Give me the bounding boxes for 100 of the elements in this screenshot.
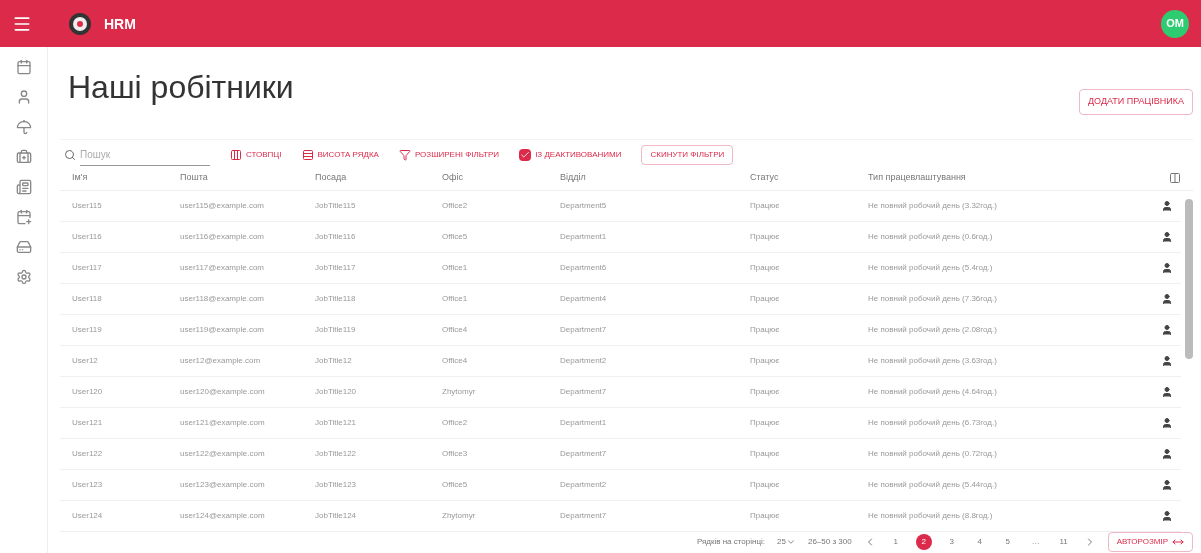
table-cell: Office2 [442, 201, 468, 210]
add-employee-button[interactable]: ДОДАТИ ПРАЦІВНИКА [1079, 89, 1193, 115]
rows-per-page-select[interactable]: 25 [777, 536, 796, 548]
table-cell: Department7 [560, 449, 607, 458]
person-icon[interactable] [1161, 293, 1173, 305]
table-cell: JobTitle123 [315, 480, 357, 489]
deactivated-checkbox[interactable]: ІЗ ДЕАКТИВОВАНИМИ [519, 149, 622, 161]
page-button[interactable]: 3 [943, 534, 960, 550]
nav-icon[interactable] [15, 59, 32, 75]
table-cell: JobTitle124 [315, 511, 357, 520]
table-cell: Department7 [560, 511, 607, 520]
table-cell: Department5 [560, 201, 607, 210]
table-cell: Department6 [560, 263, 607, 272]
table-cell: Department7 [560, 387, 607, 396]
table-cell: user117@example.com [180, 263, 264, 272]
table-cell: Не повний робочий день (0.72год.) [868, 449, 997, 458]
person-icon[interactable] [1161, 417, 1173, 429]
table-cell: Office4 [442, 356, 468, 365]
table-cell: Працює [750, 325, 780, 334]
table-cell: Не повний робочий день (4.64год.) [868, 387, 997, 396]
page-button[interactable]: 5 [999, 534, 1016, 550]
table-cell: Office1 [442, 263, 468, 272]
nav-icon[interactable] [15, 119, 32, 135]
table-cell: Не повний робочий день (2.08год.) [868, 325, 997, 334]
table-cell: user12@example.com [180, 356, 261, 365]
table-cell: Працює [750, 201, 780, 210]
person-icon[interactable] [1161, 386, 1173, 398]
table-cell: user119@example.com [180, 325, 264, 334]
person-icon[interactable] [1161, 231, 1173, 243]
page-button[interactable]: … [1027, 534, 1044, 550]
caret-icon [785, 537, 796, 547]
column-header[interactable]: Посада [315, 172, 347, 183]
table-cell: Працює [750, 449, 780, 458]
density-icon [301, 149, 314, 161]
table-cell: user123@example.com [180, 480, 265, 489]
table-cell: User124 [72, 511, 103, 520]
column-header[interactable]: Пошта [180, 172, 208, 183]
person-icon[interactable] [1161, 355, 1173, 367]
columns-icon[interactable] [1169, 172, 1181, 184]
table-cell: Працює [750, 294, 780, 303]
toolbar-button[interactable]: ВИСОТА РЯДКА [301, 149, 379, 161]
table-cell: user121@example.com [180, 418, 265, 427]
page-button[interactable]: 1 [887, 534, 904, 550]
table-cell: Працює [750, 387, 780, 396]
person-icon[interactable] [1161, 479, 1173, 491]
reset-filters-button[interactable]: СКИНУТИ ФІЛЬТРИ [641, 145, 734, 165]
table-cell: JobTitle121 [315, 418, 357, 427]
table-cell: User116 [72, 232, 102, 241]
logo-icon [68, 11, 92, 36]
autosize-button[interactable]: АВТОРОЗМІР [1107, 532, 1193, 552]
column-header[interactable]: Ім'я [72, 172, 88, 183]
nav-icon[interactable] [15, 209, 32, 225]
table-cell: JobTitle122 [315, 449, 357, 458]
column-header[interactable]: Офіс [442, 172, 463, 183]
table-cell: Не повний робочий день (0.6год.) [868, 232, 993, 241]
nav-icon[interactable] [15, 179, 32, 195]
table-cell: JobTitle118 [315, 294, 356, 303]
page-button[interactable]: 2 [915, 534, 932, 550]
table-cell: Office2 [442, 418, 468, 427]
table-cell: JobTitle116 [315, 232, 356, 241]
toolbar-button[interactable]: СТОВПЦІ [230, 149, 282, 161]
table-cell: User118 [72, 294, 102, 303]
nav-icon[interactable] [15, 269, 32, 285]
search-field[interactable]: Пошук [80, 144, 210, 166]
table-cell: user120@example.com [180, 387, 265, 396]
table-cell: Department1 [560, 418, 607, 427]
person-icon[interactable] [1161, 200, 1173, 212]
table-cell: JobTitle115 [315, 201, 356, 210]
nav-icon[interactable] [15, 149, 32, 165]
page-button[interactable]: 4 [971, 534, 988, 550]
table-cell: User121 [72, 418, 103, 427]
table-cell: Не повний робочий день (8.8год.) [868, 511, 993, 520]
nav-icon[interactable] [15, 239, 32, 255]
person-icon[interactable] [1161, 324, 1173, 336]
table-cell: User123 [72, 480, 103, 489]
rows-per-page-label: Рядків на сторінці: [696, 536, 766, 548]
table-cell: User12 [72, 356, 98, 365]
page-range: 26–50 з 300 [807, 536, 852, 548]
table-cell: Не повний робочий день (6.73год.) [868, 418, 997, 427]
person-icon[interactable] [1161, 510, 1173, 522]
app-title: HRM [104, 14, 136, 34]
search-icon [64, 149, 76, 161]
person-icon[interactable] [1161, 448, 1173, 460]
column-header[interactable]: Тип працевлаштування [868, 172, 966, 183]
table-cell: Zhytomyr [442, 387, 476, 396]
page-button[interactable]: 11 [1055, 534, 1072, 550]
toolbar-button[interactable]: РОЗШИРЕНІ ФІЛЬТРИ [398, 149, 500, 161]
table-cell: Office5 [442, 232, 468, 241]
table-cell: Працює [750, 232, 780, 241]
table-cell: Не повний робочий день (7.36год.) [868, 294, 997, 303]
check-icon [520, 150, 531, 160]
column-header[interactable]: Статус [750, 172, 779, 183]
table-cell: Office3 [442, 449, 468, 458]
table-cell: User117 [72, 263, 102, 272]
table-cell: User122 [72, 449, 103, 458]
column-header[interactable]: Відділ [560, 172, 586, 183]
columns-icon [230, 149, 242, 161]
table-cell: User115 [72, 201, 102, 210]
table-cell: JobTitle117 [315, 263, 356, 272]
person-icon[interactable] [1161, 262, 1173, 274]
